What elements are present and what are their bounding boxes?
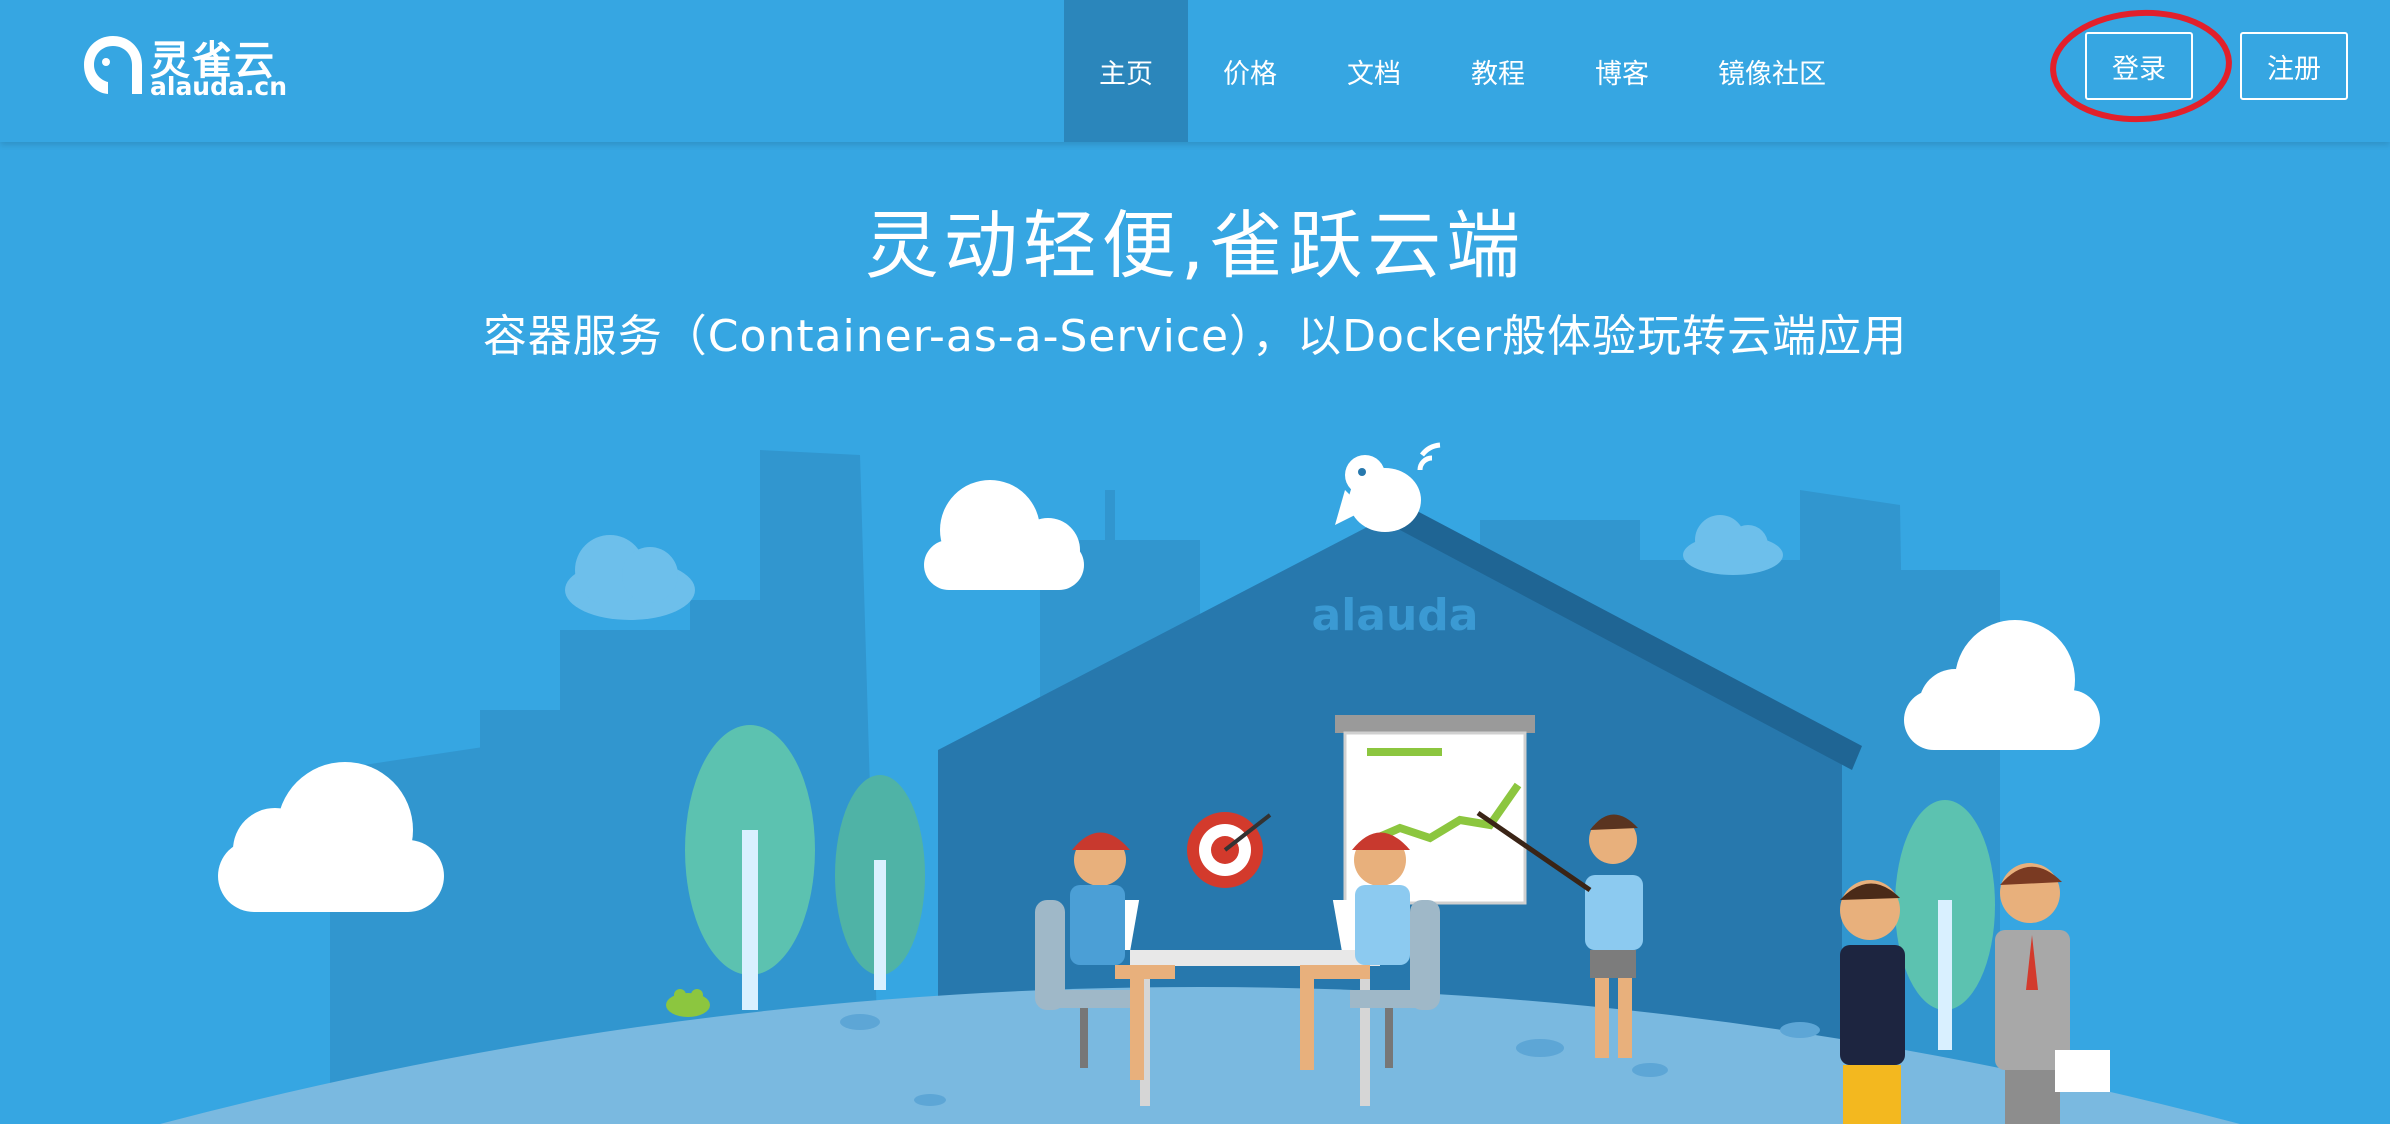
cloud-top-center (924, 480, 1084, 590)
cloud-far-left (565, 535, 695, 620)
nav-item-docs[interactable]: 文档 (1312, 0, 1436, 142)
top-navbar: 灵雀云 alauda.cn 主页 价格 文档 教程 博客 镜像社区 登录 注册 (0, 0, 2390, 142)
signup-button[interactable]: 注册 (2240, 32, 2348, 100)
nav-item-pricing[interactable]: 价格 (1188, 0, 1312, 142)
hero-subtitle: 容器服务（Container-as-a-Service），以Docker般体验玩… (482, 311, 1908, 362)
alauda-bird-logo-icon (84, 36, 142, 94)
nav-item-image-community[interactable]: 镜像社区 (1684, 0, 1860, 142)
nav-item-tutorials[interactable]: 教程 (1436, 0, 1560, 142)
login-button[interactable]: 登录 (2085, 32, 2193, 100)
logo-domain: alauda.cn (150, 72, 287, 101)
nav-item-home[interactable]: 主页 (1064, 0, 1188, 142)
person-handshake-right (1995, 863, 2110, 1124)
main-nav: 主页 价格 文档 教程 博客 镜像社区 (1064, 0, 1860, 142)
cloud-far-right (1683, 515, 1783, 575)
hero-title: 灵动轻便,雀跃云端 (864, 203, 1526, 289)
nav-item-blog[interactable]: 博客 (1560, 0, 1684, 142)
person-handshake-left (1840, 880, 1905, 1124)
hero-illustration: alauda (160, 442, 2240, 1124)
house-sign: alauda (1312, 590, 1479, 641)
site-logo[interactable]: 灵雀云 alauda.cn (80, 30, 287, 101)
